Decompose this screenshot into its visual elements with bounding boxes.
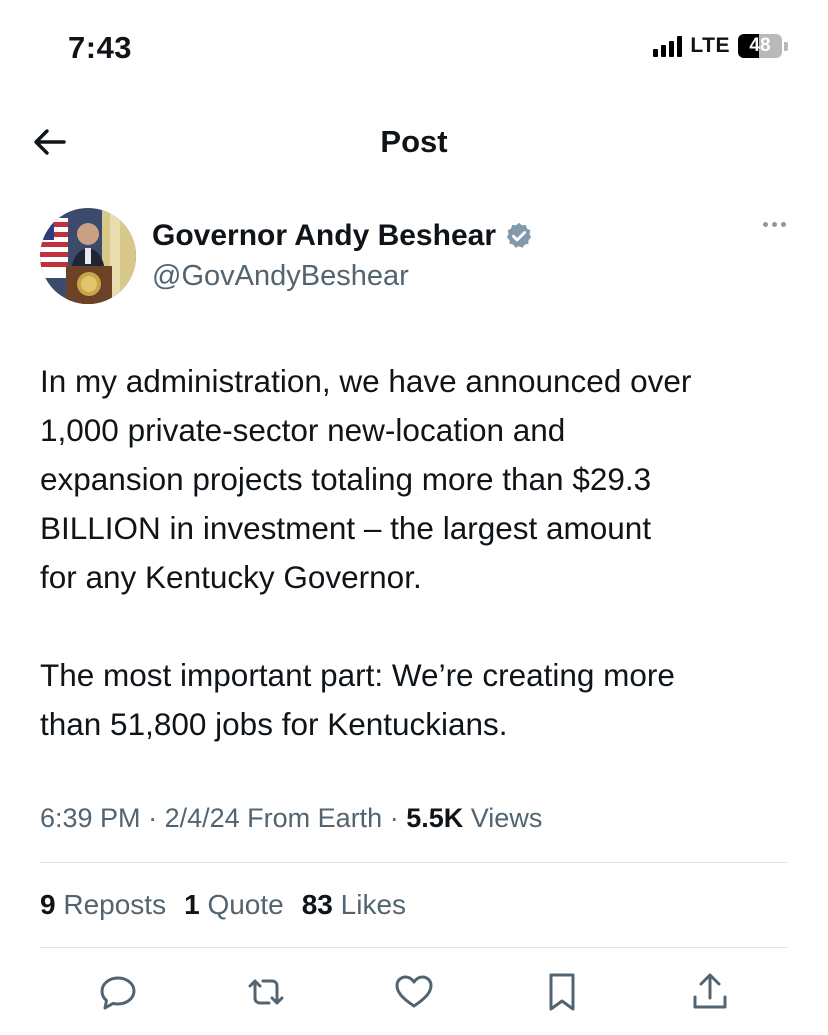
- divider: [40, 862, 788, 863]
- repost-button[interactable]: [244, 970, 288, 1014]
- views-label: Views: [470, 803, 543, 833]
- like-icon: [395, 975, 433, 1008]
- reposts-stat[interactable]: 9 Reposts: [40, 887, 166, 923]
- share-icon: [693, 973, 727, 1009]
- handle[interactable]: @GovAndyBeshear: [152, 256, 534, 296]
- more-dot: [763, 222, 768, 227]
- post-text: In my administration, we have announced …: [40, 363, 692, 742]
- reposts-count: 9: [40, 889, 56, 920]
- avatar[interactable]: [40, 208, 136, 304]
- meta-separator: ·: [389, 803, 407, 833]
- like-button[interactable]: [392, 970, 436, 1014]
- network-type: LTE: [690, 34, 730, 57]
- avatar-image: [40, 208, 136, 304]
- post-source: From Earth: [247, 803, 383, 833]
- status-time: 7:43: [68, 30, 133, 65]
- more-dot: [781, 222, 786, 227]
- signal-icon: [653, 35, 683, 57]
- author-names: Governor Andy Beshear @GovAndyBeshear: [152, 218, 534, 296]
- battery-cap: [784, 41, 788, 51]
- repost-icon: [248, 979, 284, 1005]
- quotes-label: Quote: [207, 889, 284, 920]
- battery-percent: 48: [749, 35, 771, 56]
- action-bar: [96, 970, 736, 1018]
- views-count[interactable]: 5.5K: [406, 803, 463, 833]
- post-meta: 6:39 PM · 2/4/24 From Earth · 5.5K Views: [40, 800, 542, 836]
- display-name: Governor Andy Beshear: [152, 219, 496, 252]
- status-indicators: LTE 48: [653, 34, 788, 58]
- post-author: Governor Andy Beshear @GovAndyBeshear: [40, 208, 790, 308]
- meta-separator: ·: [148, 803, 165, 833]
- status-bar: 7:43 LTE 48: [0, 0, 828, 100]
- likes-stat[interactable]: 83 Likes: [302, 887, 406, 923]
- more-dot: [772, 222, 777, 227]
- likes-label: Likes: [340, 889, 407, 920]
- page-title: Post: [380, 124, 448, 159]
- reply-icon: [100, 976, 136, 1010]
- post-header: Post: [0, 110, 828, 174]
- display-name-row[interactable]: Governor Andy Beshear: [152, 218, 534, 254]
- reply-button[interactable]: [96, 970, 140, 1014]
- quotes-count: 1: [184, 889, 200, 920]
- post-time[interactable]: 6:39 PM: [40, 803, 141, 833]
- post-date[interactable]: 2/4/24: [165, 803, 240, 833]
- bookmark-button[interactable]: [540, 970, 584, 1014]
- likes-count: 83: [301, 889, 333, 920]
- engagement-stats: 9 Reposts 1 Quote 83 Likes: [40, 887, 406, 923]
- quotes-stat[interactable]: 1 Quote: [184, 887, 284, 923]
- reposts-label: Reposts: [63, 889, 167, 920]
- divider: [40, 947, 788, 948]
- verified-badge-icon: [506, 222, 532, 248]
- more-options-button[interactable]: [763, 222, 786, 227]
- battery-icon: 48: [738, 34, 782, 58]
- share-button[interactable]: [688, 970, 732, 1014]
- bookmark-icon: [549, 973, 575, 1011]
